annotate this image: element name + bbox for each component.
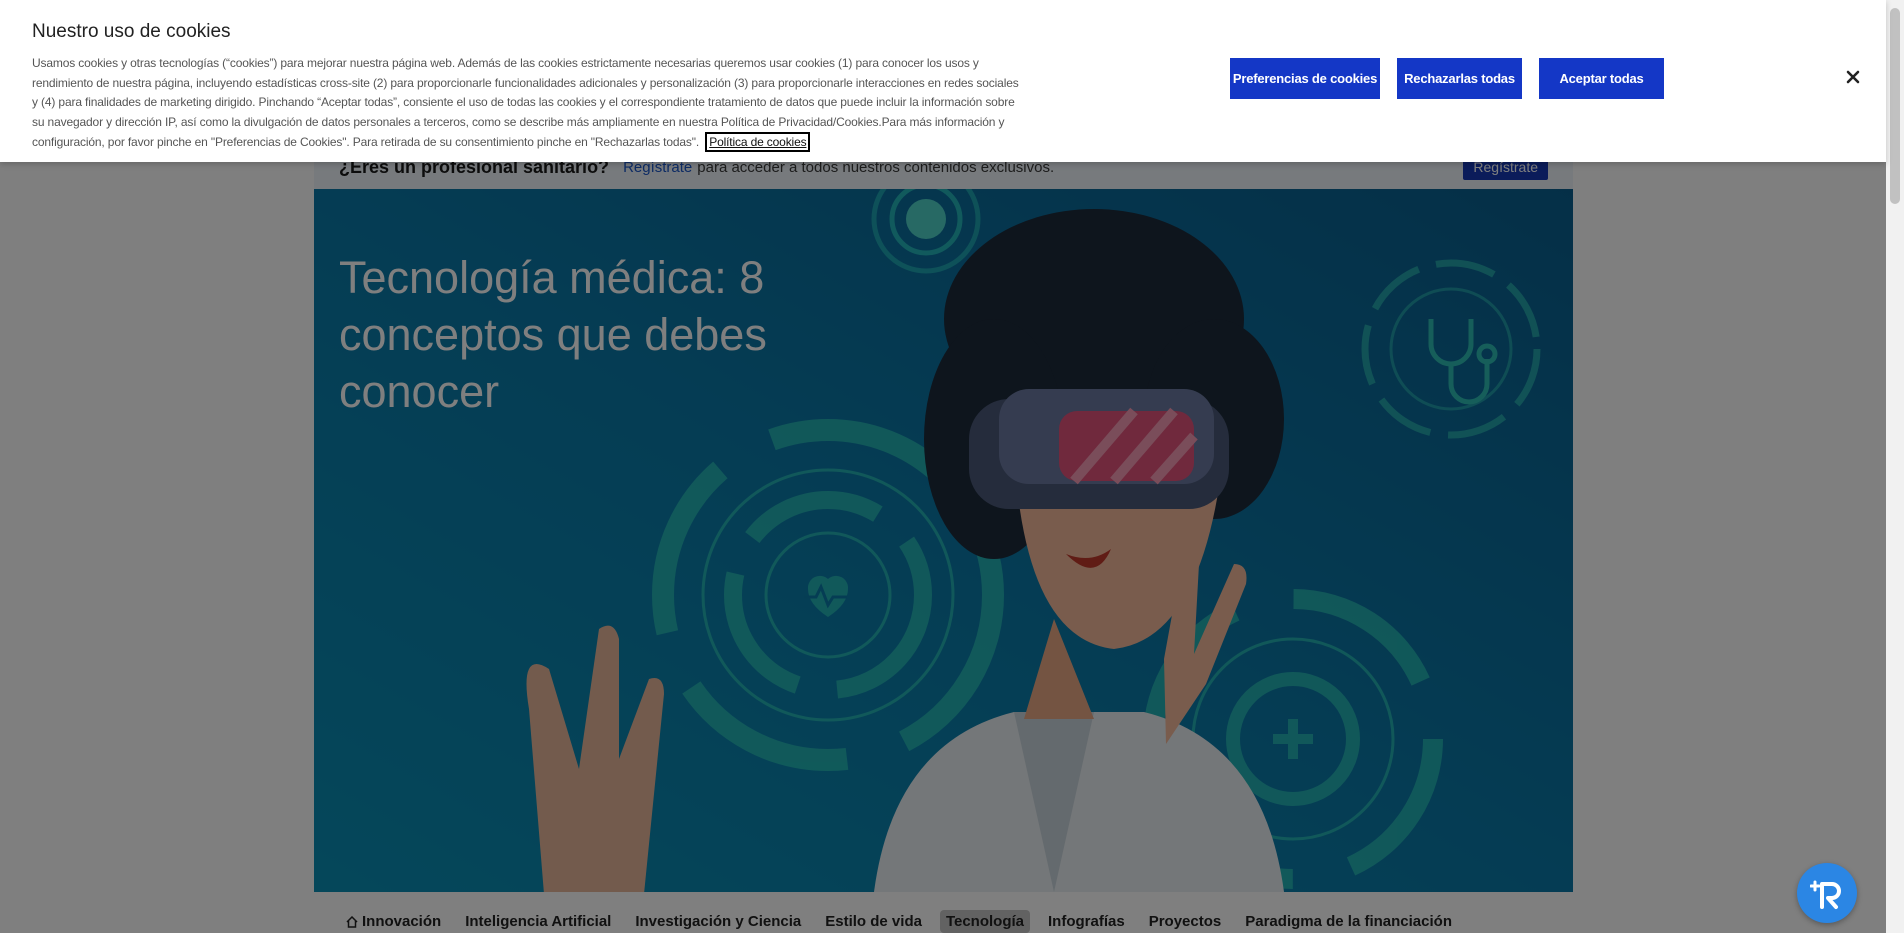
assistant-button[interactable] bbox=[1797, 863, 1857, 923]
cookie-policy-link[interactable]: Política de cookies bbox=[705, 131, 811, 152]
close-icon[interactable] bbox=[1842, 66, 1864, 88]
cookie-preferences-button[interactable]: Preferencias de cookies bbox=[1230, 58, 1380, 99]
scrollbar-thumb[interactable] bbox=[1890, 8, 1900, 204]
assistant-icon bbox=[1810, 880, 1841, 909]
cookie-banner: Nuestro uso de cookies Usamos cookies y … bbox=[0, 0, 1886, 162]
accept-all-button[interactable]: Aceptar todas bbox=[1539, 58, 1664, 99]
page-scrollbar[interactable] bbox=[1886, 0, 1904, 933]
cookie-description-text: Usamos cookies y otras tecnologías (“coo… bbox=[32, 56, 1019, 149]
cookie-banner-title: Nuestro uso de cookies bbox=[32, 21, 231, 42]
cookie-banner-description: Usamos cookies y otras tecnologías (“coo… bbox=[32, 54, 1022, 153]
reject-all-button[interactable]: Rechazarlas todas bbox=[1397, 58, 1522, 99]
